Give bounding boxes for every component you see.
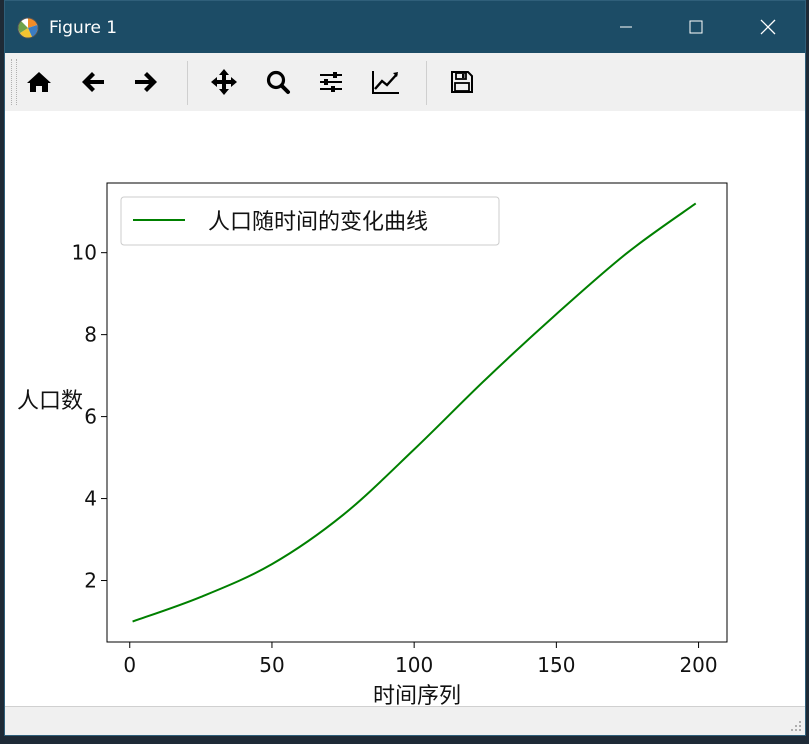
- legend-entry-label: 人口随时间的变化曲线: [208, 210, 428, 235]
- sliders-icon: [320, 72, 342, 92]
- figure-window: Figure 1 0 50 100 150 200 2 4 6 8 10 人口随…: [4, 0, 806, 736]
- close-button[interactable]: [733, 1, 803, 53]
- y-axis-label: 人口数: [17, 389, 83, 414]
- close-icon: [760, 19, 776, 35]
- figure-canvas[interactable]: 0 50 100 150 200 2 4 6 8 10 人口随时间的变化曲线 人口数 时间序列: [5, 111, 805, 709]
- floppy-disk-icon: [451, 71, 473, 93]
- x-tick-label: 150: [537, 653, 575, 677]
- y-tick-label: 10: [72, 241, 97, 265]
- x-axis-label: 时间序列: [373, 684, 461, 707]
- toolbar-separator: [426, 61, 427, 105]
- maximize-icon: [689, 20, 703, 34]
- legend: 人口随时间的变化曲线: [120, 196, 500, 246]
- x-tick-label: 50: [259, 653, 284, 677]
- forward-button[interactable]: [127, 63, 165, 101]
- x-tick-label: 100: [395, 653, 433, 677]
- edit-axis-button[interactable]: [367, 63, 405, 101]
- line-chart-icon: [372, 71, 399, 94]
- y-tick-label: 2: [84, 569, 97, 593]
- magnifier-icon: [266, 70, 290, 94]
- minimize-button[interactable]: [591, 1, 661, 53]
- maximize-button[interactable]: [661, 1, 731, 53]
- configure-subplots-button[interactable]: [312, 63, 350, 101]
- back-button[interactable]: [74, 63, 112, 101]
- window-title: Figure 1: [49, 18, 118, 38]
- pan-button[interactable]: [205, 63, 243, 101]
- navigation-toolbar: [5, 53, 805, 112]
- x-tick-label: 0: [123, 653, 136, 677]
- y-tick-label: 6: [84, 405, 97, 429]
- series-line: [132, 202, 697, 623]
- x-tick-label: 200: [679, 653, 717, 677]
- home-icon: [27, 72, 51, 92]
- arrow-right-icon: [135, 72, 157, 92]
- resize-grip-icon[interactable]: [789, 719, 803, 733]
- plot-frame: [106, 182, 728, 643]
- minimize-icon: [620, 26, 632, 28]
- line-chart: 0 50 100 150 200 2 4 6 8 10 人口随时间的变化曲线 人口数 时间序列: [17, 182, 728, 709]
- toolbar-grip[interactable]: [11, 59, 17, 105]
- title-bar: Figure 1: [5, 1, 805, 53]
- zoom-button[interactable]: [259, 63, 297, 101]
- status-bar: [5, 706, 805, 735]
- home-button[interactable]: [20, 63, 58, 101]
- arrow-left-icon: [82, 72, 104, 92]
- y-tick-label: 4: [84, 487, 97, 511]
- toolbar-separator: [187, 61, 188, 105]
- move-icon: [211, 69, 237, 95]
- y-tick-label: 8: [84, 323, 97, 347]
- save-button[interactable]: [443, 63, 481, 101]
- matplotlib-logo-icon: [17, 17, 39, 39]
